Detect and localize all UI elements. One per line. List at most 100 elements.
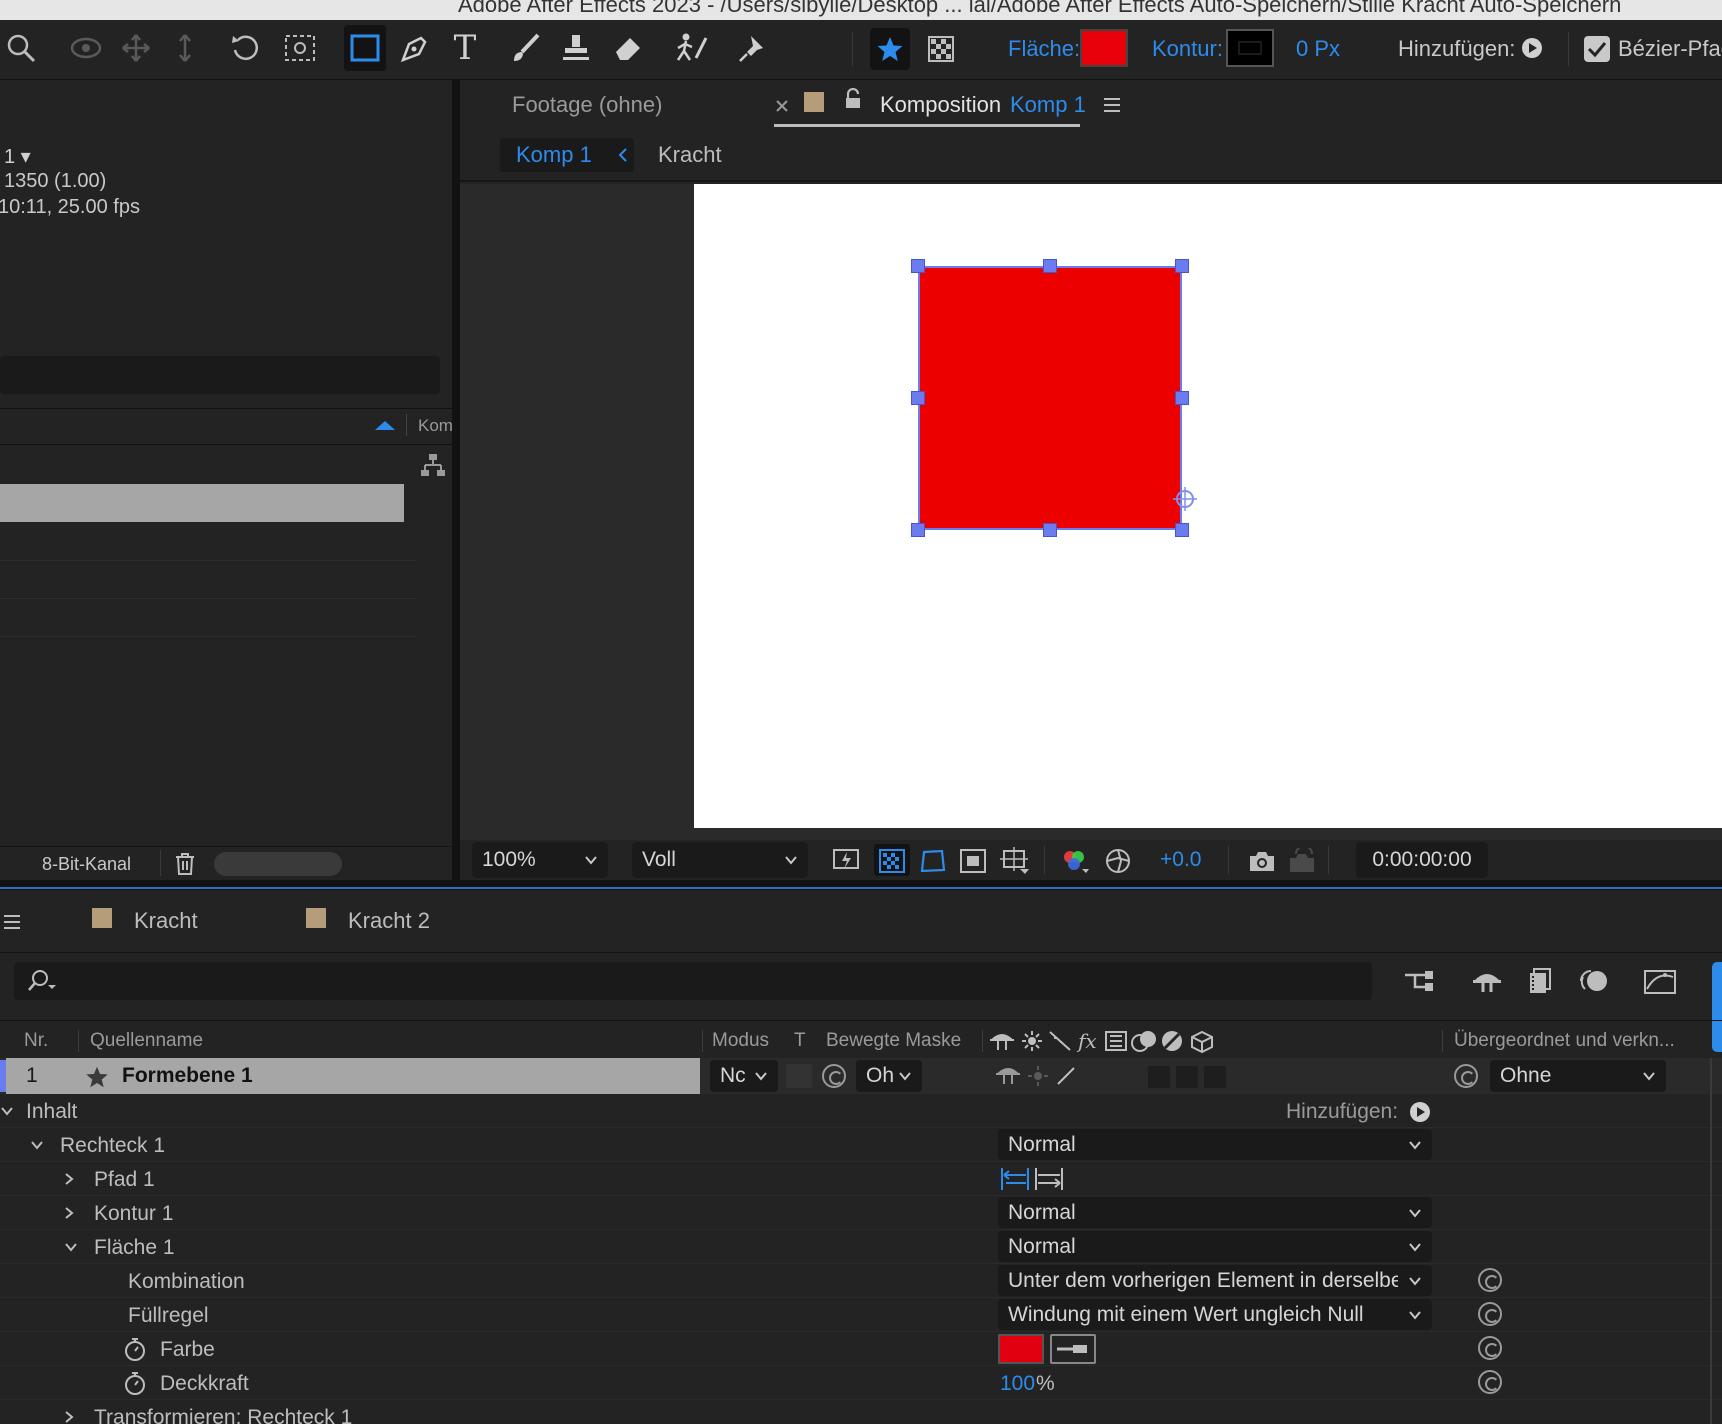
parent-dropdown[interactable]: Ohne bbox=[1490, 1060, 1666, 1092]
roto-brush-tool-icon[interactable] bbox=[670, 30, 710, 66]
expression-pickwhip-icon[interactable] bbox=[1478, 1336, 1502, 1360]
comp-mini-flowchart-icon[interactable] bbox=[1402, 966, 1438, 996]
lock-icon[interactable] bbox=[842, 86, 864, 112]
pen-tool-icon[interactable] bbox=[396, 30, 434, 66]
chevron-down-icon[interactable] bbox=[64, 1240, 78, 1254]
chevron-down-icon[interactable] bbox=[30, 1138, 44, 1152]
expression-pickwhip-icon[interactable] bbox=[1478, 1370, 1502, 1394]
stopwatch-icon[interactable] bbox=[122, 1370, 148, 1396]
mask-path-visibility-icon[interactable] bbox=[916, 846, 950, 876]
chevron-right-icon[interactable] bbox=[62, 1172, 76, 1186]
fast-previews-icon[interactable] bbox=[830, 846, 862, 876]
project-item-selected[interactable] bbox=[0, 484, 404, 522]
brush-tool-icon[interactable] bbox=[508, 30, 544, 66]
handle-bottom-right[interactable] bbox=[1175, 523, 1189, 537]
shy-layers-icon[interactable] bbox=[1470, 966, 1504, 996]
panel-menu-icon[interactable] bbox=[0, 910, 24, 934]
parent-pickwhip-icon[interactable] bbox=[1454, 1064, 1478, 1088]
handle-top-center[interactable] bbox=[1043, 259, 1057, 273]
color-swatch[interactable] bbox=[998, 1334, 1044, 1364]
sort-up-icon[interactable] bbox=[372, 412, 398, 438]
rect-blend-dropdown[interactable]: Normal bbox=[998, 1129, 1432, 1160]
layer-row[interactable]: 1 Formebene 1 Nc Oh Ohne bbox=[0, 1058, 1722, 1094]
path-direction-icon[interactable] bbox=[1000, 1166, 1066, 1192]
panel-menu-icon[interactable] bbox=[1100, 94, 1124, 116]
project-search-input[interactable] bbox=[0, 356, 440, 394]
chevron-right-icon[interactable] bbox=[62, 1206, 76, 1220]
comp-name-suffix[interactable]: 1 ▾ bbox=[4, 144, 31, 169]
prop-row-path[interactable]: Pfad 1 bbox=[0, 1162, 1722, 1196]
handle-middle-right[interactable] bbox=[1175, 391, 1189, 405]
col-mode[interactable]: Modus bbox=[712, 1030, 769, 1052]
add-play-icon[interactable] bbox=[1520, 36, 1544, 60]
preserve-transparency-toggle[interactable] bbox=[786, 1064, 812, 1088]
timeline-tab-kracht[interactable]: Kracht bbox=[134, 908, 198, 934]
frame-blending-icon[interactable] bbox=[1524, 966, 1556, 996]
stroke-label[interactable]: Kontur: bbox=[1152, 36, 1223, 62]
prop-row-opacity[interactable]: Deckkraft 100 % bbox=[0, 1366, 1722, 1400]
pickwhip-icon[interactable] bbox=[822, 1064, 846, 1088]
timeline-right-scrollbar[interactable] bbox=[1710, 1058, 1712, 1424]
rotate-tool-icon[interactable] bbox=[228, 30, 264, 66]
track-matte-dropdown[interactable]: Oh bbox=[856, 1060, 922, 1092]
tab-comp-prefix[interactable]: Komposition bbox=[880, 92, 1001, 118]
project-column-header[interactable]: Kom bbox=[418, 416, 453, 436]
tab-footage[interactable]: Footage (ohne) bbox=[512, 92, 662, 118]
handle-middle-left[interactable] bbox=[911, 391, 925, 405]
clone-stamp-tool-icon[interactable] bbox=[558, 30, 594, 66]
search-icon[interactable] bbox=[4, 30, 38, 66]
timeline-search-input[interactable] bbox=[14, 962, 1372, 1000]
breadcrumb-kracht[interactable]: Kracht bbox=[658, 142, 722, 168]
anchor-point-tool-icon[interactable] bbox=[282, 30, 318, 66]
anchor-point-icon[interactable] bbox=[1170, 484, 1200, 514]
color-management-icon[interactable] bbox=[1102, 846, 1134, 876]
composite-dropdown[interactable]: Unter dem vorherigen Element in derselbe… bbox=[998, 1265, 1432, 1296]
motion-blur-icon[interactable] bbox=[1576, 966, 1610, 996]
trash-icon[interactable] bbox=[170, 850, 200, 878]
fill-blend-dropdown[interactable]: Normal bbox=[998, 1231, 1432, 1262]
comp-canvas[interactable] bbox=[694, 184, 1722, 828]
prop-fill-label[interactable]: Fläche 1 bbox=[94, 1236, 175, 1260]
prop-path-label[interactable]: Pfad 1 bbox=[94, 1168, 155, 1192]
channels-icon[interactable] bbox=[1056, 846, 1094, 876]
dolly-camera-icon[interactable] bbox=[170, 30, 200, 66]
eraser-tool-icon[interactable] bbox=[610, 30, 646, 66]
resolution-dropdown[interactable]: Voll bbox=[632, 842, 808, 878]
col-parent[interactable]: Übergeordnet und verkn... bbox=[1454, 1030, 1675, 1052]
prop-rect-label[interactable]: Rechteck 1 bbox=[60, 1134, 165, 1158]
stopwatch-icon[interactable] bbox=[122, 1336, 148, 1362]
prop-stroke-label[interactable]: Kontur 1 bbox=[94, 1202, 173, 1226]
prop-row-color[interactable]: Farbe bbox=[0, 1332, 1722, 1366]
fill-color-swatch[interactable] bbox=[1080, 29, 1128, 67]
puppet-pin-tool-icon[interactable] bbox=[734, 30, 774, 66]
bezier-checkbox[interactable] bbox=[1584, 36, 1610, 62]
type-tool-icon[interactable]: T bbox=[446, 28, 484, 68]
pan-camera-icon[interactable] bbox=[118, 30, 154, 66]
zoom-dropdown[interactable]: 100% bbox=[472, 842, 608, 878]
expression-pickwhip-icon[interactable] bbox=[1478, 1268, 1502, 1292]
tab-comp-name[interactable]: Komp 1 bbox=[1010, 92, 1086, 118]
orbit-camera-icon[interactable] bbox=[66, 30, 106, 66]
thumbnail-slider[interactable] bbox=[214, 852, 342, 876]
handle-top-left[interactable] bbox=[911, 259, 925, 273]
expression-pickwhip-icon[interactable] bbox=[1478, 1302, 1502, 1326]
panel-splitter-horizontal[interactable] bbox=[0, 880, 1722, 890]
prop-row-transform[interactable]: Transformieren: Rechteck 1 bbox=[0, 1400, 1722, 1424]
bit-depth-button[interactable]: 8-Bit-Kanal bbox=[42, 854, 131, 875]
graph-editor-icon[interactable] bbox=[1642, 966, 1678, 996]
tool-create-shape-icon[interactable] bbox=[870, 30, 910, 68]
rectangle-tool-icon[interactable] bbox=[344, 30, 386, 66]
add-label[interactable]: Hinzufügen: bbox=[1398, 36, 1515, 62]
prop-add-label[interactable]: Hinzufügen: bbox=[1286, 1100, 1398, 1124]
col-t[interactable]: T bbox=[794, 1030, 806, 1052]
col-source-name[interactable]: Quellenname bbox=[90, 1030, 203, 1052]
timecode-field[interactable]: 0:00:00:00 bbox=[1356, 842, 1488, 878]
opacity-value[interactable]: 100 bbox=[1000, 1372, 1035, 1396]
exposure-value[interactable]: +0.0 bbox=[1160, 848, 1201, 872]
show-snapshot-icon[interactable] bbox=[1286, 846, 1318, 876]
timeline-tab-kracht-2[interactable]: Kracht 2 bbox=[348, 908, 430, 934]
prop-row-fill[interactable]: Fläche 1 Normal bbox=[0, 1230, 1722, 1264]
fill-label[interactable]: Fläche: bbox=[1008, 36, 1080, 62]
handle-top-right[interactable] bbox=[1175, 259, 1189, 273]
flowchart-icon[interactable] bbox=[418, 450, 448, 480]
